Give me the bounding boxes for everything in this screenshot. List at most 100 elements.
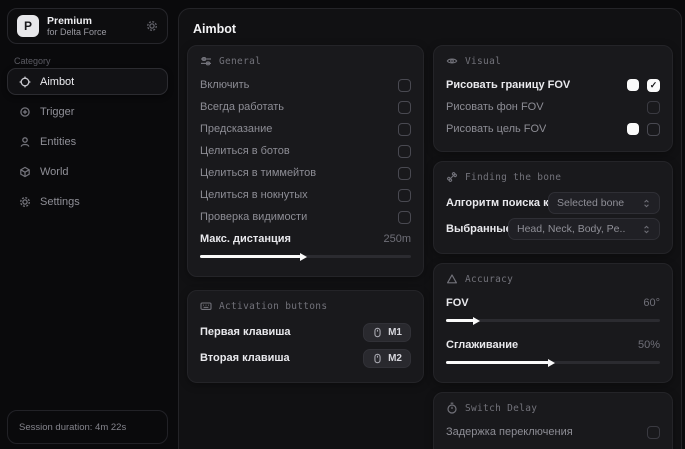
crosshair-icon <box>19 76 31 88</box>
bone-icon <box>446 171 458 183</box>
checkbox[interactable] <box>398 211 411 224</box>
card-general-header: General <box>200 55 411 67</box>
selected-bones-value: Head, Neck, Body, Pe.. <box>517 223 625 235</box>
card-accuracy: Accuracy FOV 60° Сглаживание 50% <box>433 263 673 383</box>
checkbox[interactable] <box>647 123 660 136</box>
sidebar-item-label: Trigger <box>40 106 74 118</box>
trigger-icon <box>19 106 31 118</box>
brand-logo: P <box>17 15 39 37</box>
session-box: Session duration: 4m 22s <box>7 410 168 444</box>
keybind-label: Первая клавиша <box>200 326 291 338</box>
color-swatch[interactable] <box>627 79 639 91</box>
brand-texts: Premium for Delta Force <box>47 15 107 37</box>
checkbox[interactable] <box>398 123 411 136</box>
left-column: General Включить Всегда работать Предска… <box>187 45 424 396</box>
category-label: Category <box>14 56 51 66</box>
keybind-value: M2 <box>388 353 402 364</box>
slider-row: Макс. дистанция 250m <box>200 228 411 250</box>
checkbox[interactable] <box>398 101 411 114</box>
mouse-icon <box>372 327 383 338</box>
brand-subtitle: for Delta Force <box>47 27 107 37</box>
keybind-row: Первая клавиша M1 <box>200 319 411 345</box>
toggle-label: Целиться в нокнутых <box>200 189 308 201</box>
color-swatch[interactable] <box>627 123 639 135</box>
card-title: Accuracy <box>465 274 513 285</box>
checkbox[interactable] <box>398 167 411 180</box>
toggle-row: Задержка переключения <box>446 421 660 443</box>
slider-row: FOV 60° <box>446 292 660 314</box>
checkbox[interactable] <box>647 426 660 439</box>
bone-label: Выбранные кости <box>446 223 508 235</box>
sidebar-item-label: Entities <box>40 136 76 148</box>
toggle-label: Всегда работать <box>200 101 284 113</box>
toggle-label: Включить <box>200 79 249 91</box>
slider-thumb[interactable] <box>473 317 480 325</box>
toggle-row: Целиться в нокнутых <box>200 184 411 206</box>
gear-icon[interactable] <box>146 20 158 32</box>
sidebar-item-label: Aimbot <box>40 76 74 88</box>
sidebar-item-trigger[interactable]: Trigger <box>7 98 168 125</box>
card-title: Switch Delay <box>465 403 537 414</box>
card-general: General Включить Всегда работать Предска… <box>187 45 424 277</box>
keyboard-icon <box>200 300 212 312</box>
smoothing-slider[interactable] <box>446 361 660 364</box>
eye-icon <box>446 55 458 67</box>
card-switch-header: Switch Delay <box>446 402 660 414</box>
selected-bones-select[interactable]: Head, Neck, Body, Pe.. <box>508 218 660 240</box>
checkbox[interactable] <box>647 101 660 114</box>
world-icon <box>19 166 31 178</box>
page-title: Aimbot <box>193 22 236 36</box>
toggle-label: Задержка переключения <box>446 426 573 438</box>
brand-title: Premium <box>47 15 107 27</box>
sidebar-item-aimbot[interactable]: Aimbot <box>7 68 168 95</box>
card-switch-delay: Switch Delay Задержка переключения Задер… <box>433 392 673 449</box>
toggle-row: Включить <box>200 74 411 96</box>
mouse-icon <box>372 353 383 364</box>
card-title: Finding the bone <box>465 172 561 183</box>
slider-value: 250m <box>383 233 411 245</box>
checkbox[interactable] <box>398 79 411 92</box>
brand-box: P Premium for Delta Force <box>7 8 168 44</box>
checkbox[interactable] <box>647 79 660 92</box>
toggle-label: Целиться в ботов <box>200 145 290 157</box>
slider-value: 50% <box>638 339 660 351</box>
toggle-label: Целиться в тиммейтов <box>200 167 316 179</box>
right-column: Visual Рисовать границу FOV Рисовать фон… <box>433 45 673 449</box>
bone-algorithm-select[interactable]: Selected bone <box>548 192 660 214</box>
toggle-label: Предсказание <box>200 123 272 135</box>
toggle-row: Целиться в ботов <box>200 140 411 162</box>
visual-controls <box>647 101 660 114</box>
slider-thumb[interactable] <box>300 253 307 261</box>
sidebar-item-world[interactable]: World <box>7 158 168 185</box>
card-bone-header: Finding the bone <box>446 171 660 183</box>
card-activation-header: Activation buttons <box>200 300 411 312</box>
visual-controls <box>627 79 660 92</box>
app-window: P Premium for Delta Force Category <box>0 0 685 449</box>
slider-row: Сглаживание 50% <box>446 334 660 356</box>
keybind-button-primary[interactable]: M1 <box>363 323 411 342</box>
sidebar-item-settings[interactable]: Settings <box>7 188 168 215</box>
checkbox[interactable] <box>398 145 411 158</box>
sidebar-item-label: Settings <box>40 196 80 208</box>
sidebar-item-label: World <box>40 166 69 178</box>
visual-label: Рисовать цель FOV <box>446 123 546 135</box>
max-distance-slider[interactable] <box>200 255 411 258</box>
slider-value: 60° <box>643 297 660 309</box>
keybind-row: Вторая клавиша M2 <box>200 345 411 371</box>
slider-thumb[interactable] <box>548 359 555 367</box>
checkbox[interactable] <box>398 189 411 202</box>
settings-gear-icon <box>19 196 31 208</box>
card-accuracy-header: Accuracy <box>446 273 660 285</box>
timer-icon <box>446 402 458 414</box>
keybind-label: Вторая клавиша <box>200 352 290 364</box>
sidebar-item-entities[interactable]: Entities <box>7 128 168 155</box>
keybind-button-secondary[interactable]: M2 <box>363 349 411 368</box>
toggle-label: Проверка видимости <box>200 211 307 223</box>
slider-row: Задержка переключения (мс) 1000 ms <box>446 443 660 449</box>
fov-slider[interactable] <box>446 319 660 322</box>
visual-row: Рисовать цель FOV <box>446 118 660 140</box>
card-title: Visual <box>465 56 501 67</box>
bone-row: Алгоритм поиска кости Selected bone <box>446 190 660 216</box>
visual-row: Рисовать фон FOV <box>446 96 660 118</box>
chevron-up-down-icon <box>642 224 651 235</box>
